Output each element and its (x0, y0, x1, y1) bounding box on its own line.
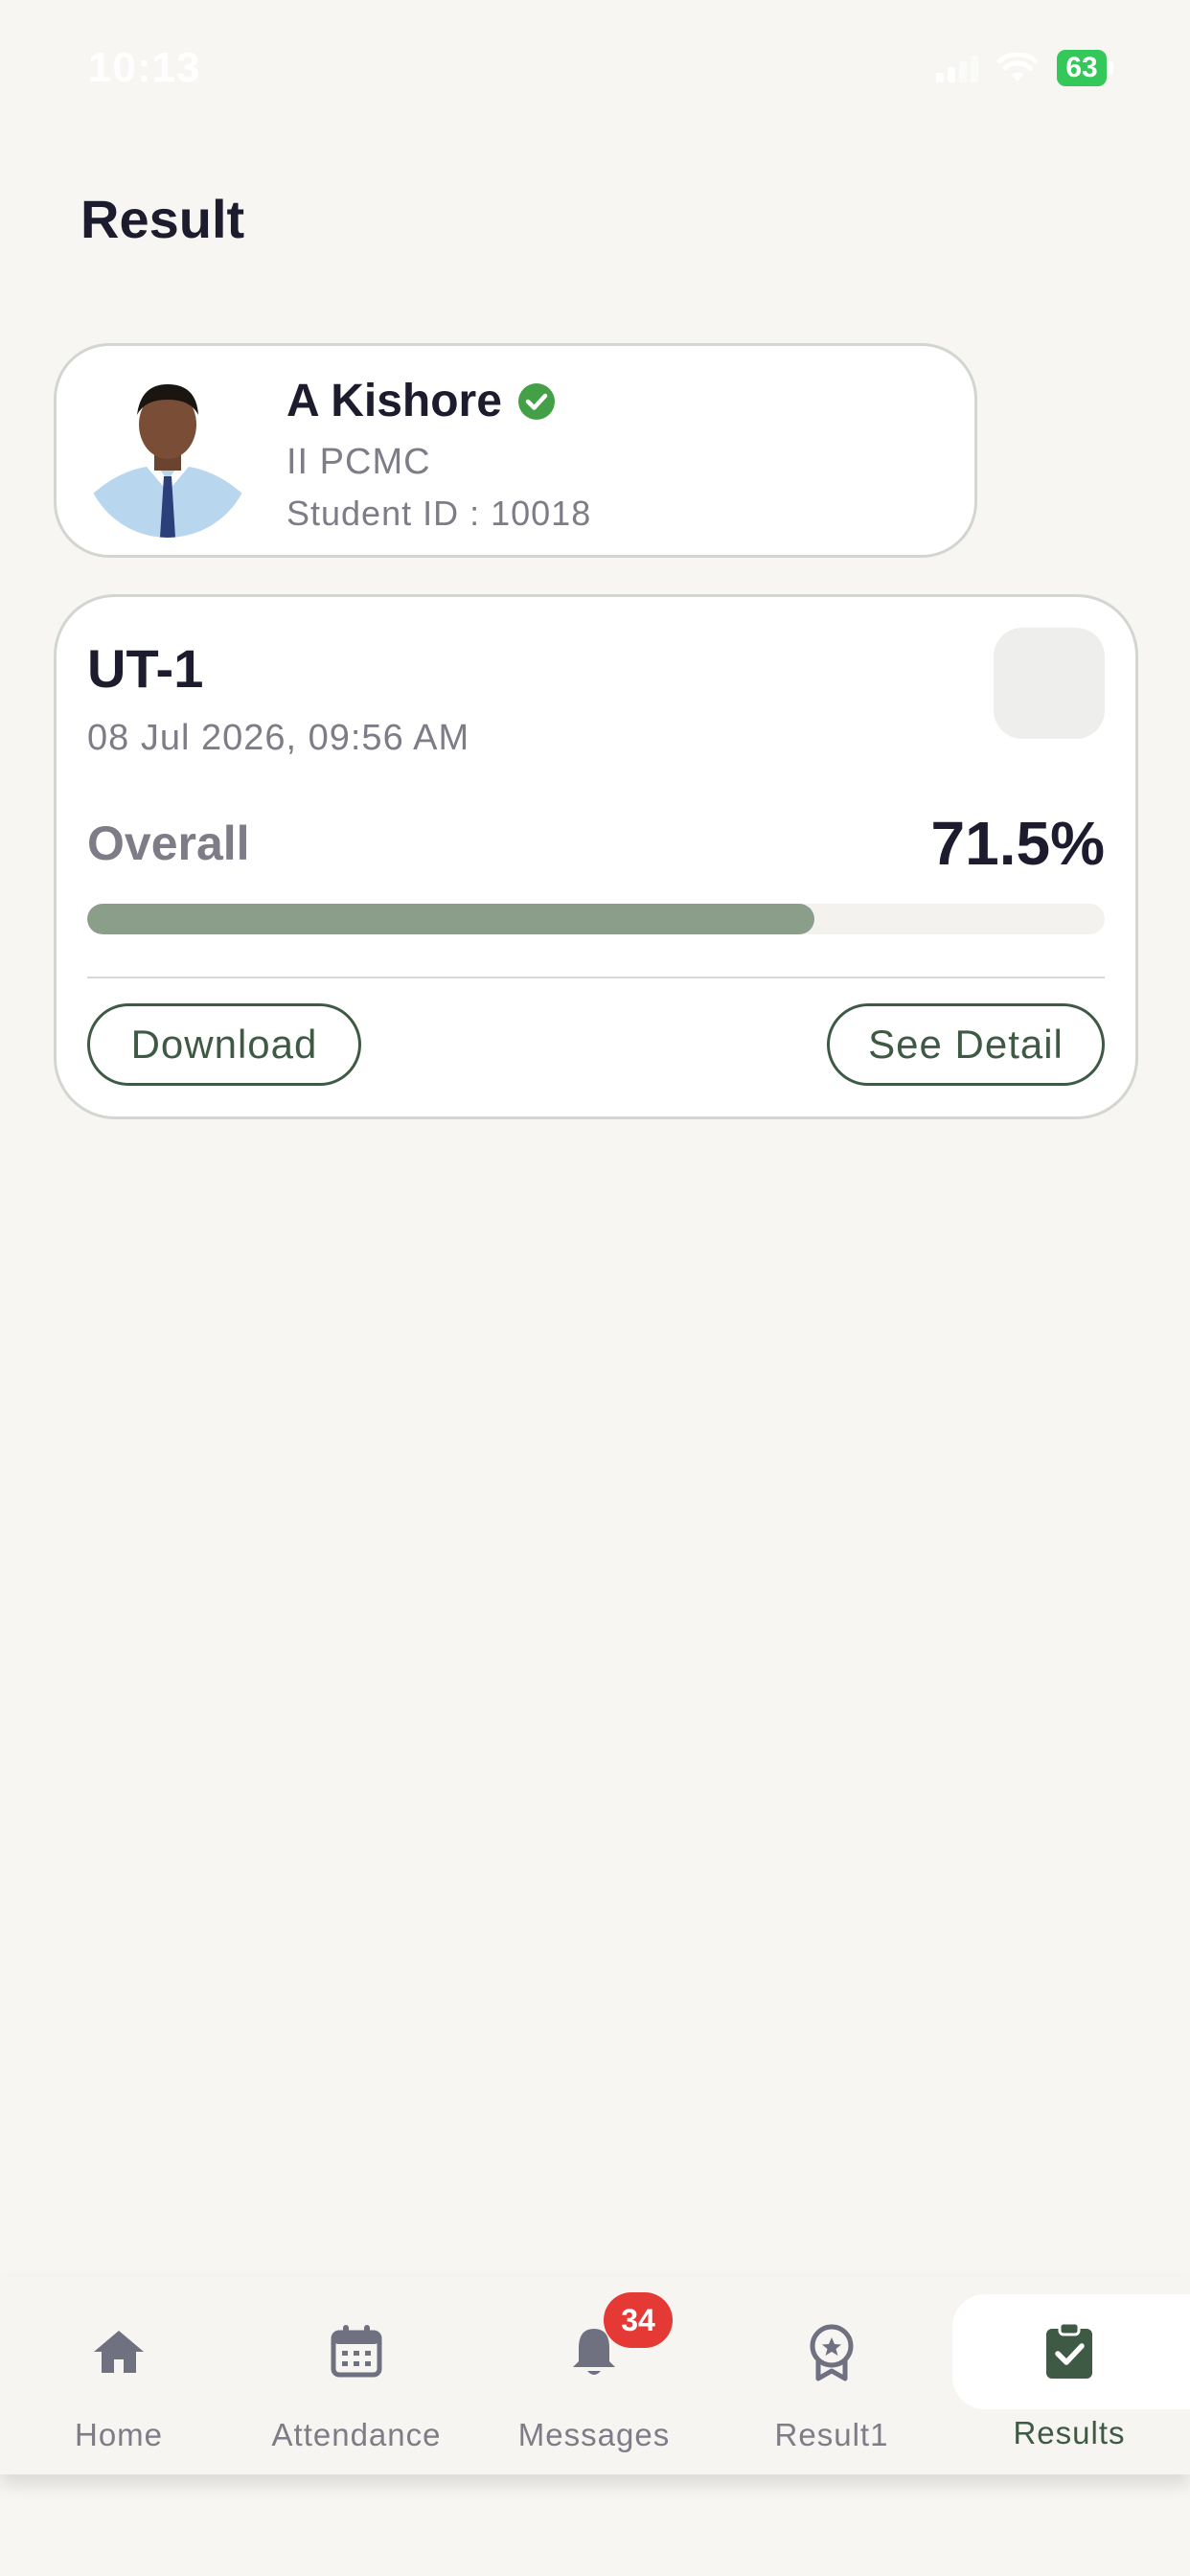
verified-check-icon (517, 382, 555, 420)
exam-title: UT-1 (87, 638, 204, 699)
see-detail-button[interactable]: See Detail (827, 1003, 1105, 1086)
tab-result1[interactable]: Result1 (713, 2277, 950, 2474)
overall-progress-fill (87, 904, 815, 934)
tab-results[interactable]: Results (950, 2277, 1190, 2474)
divider (87, 977, 1105, 978)
profile-name-row: A Kishore (286, 375, 556, 427)
tab-label: Attendance (271, 2417, 442, 2452)
messages-badge: 34 (604, 2292, 673, 2348)
home-icon (94, 2331, 144, 2373)
profile-card: A Kishore II PCMC Student ID : 10018 (54, 343, 977, 558)
clipboard-check-icon (1046, 2321, 1092, 2379)
tab-label: Result1 (774, 2417, 889, 2452)
tab-label: Results (1013, 2415, 1126, 2450)
tab-messages[interactable]: 34 Messages (475, 2277, 713, 2474)
status-time: 10:13 (88, 44, 201, 91)
result-card[interactable]: UT-1 08 Jul 2026, 09:56 AM Overall 71.5%… (54, 594, 1138, 1119)
status-icons: 63 (936, 50, 1113, 86)
avatar (83, 369, 252, 538)
status-bar: 10:13 63 (0, 0, 1190, 144)
tab-attendance[interactable]: Attendance (238, 2277, 475, 2474)
student-id: Student ID : 10018 (286, 494, 592, 533)
overall-progress-bar (87, 904, 1105, 934)
student-class: II PCMC (286, 442, 431, 482)
wifi-icon (997, 53, 1038, 81)
overall-percentage: 71.5% (930, 809, 1105, 878)
exam-icon-placeholder (994, 628, 1105, 739)
page-title: Result (80, 189, 245, 249)
award-icon (810, 2324, 854, 2381)
overall-label: Overall (87, 816, 250, 870)
signal-icon (936, 54, 978, 82)
exam-date: 08 Jul 2026, 09:56 AM (87, 718, 470, 758)
tab-home[interactable]: Home (0, 2277, 238, 2474)
calendar-icon (331, 2325, 382, 2378)
student-name: A Kishore (286, 376, 502, 426)
bottom-tab-bar: Home Attendance 34 Messages Result1 Resu… (0, 2277, 1190, 2474)
battery-icon: 63 (1057, 50, 1113, 86)
download-button[interactable]: Download (87, 1003, 361, 1086)
tab-label: Home (74, 2417, 164, 2452)
battery-level: 63 (1057, 50, 1107, 86)
tab-label: Messages (517, 2417, 671, 2452)
